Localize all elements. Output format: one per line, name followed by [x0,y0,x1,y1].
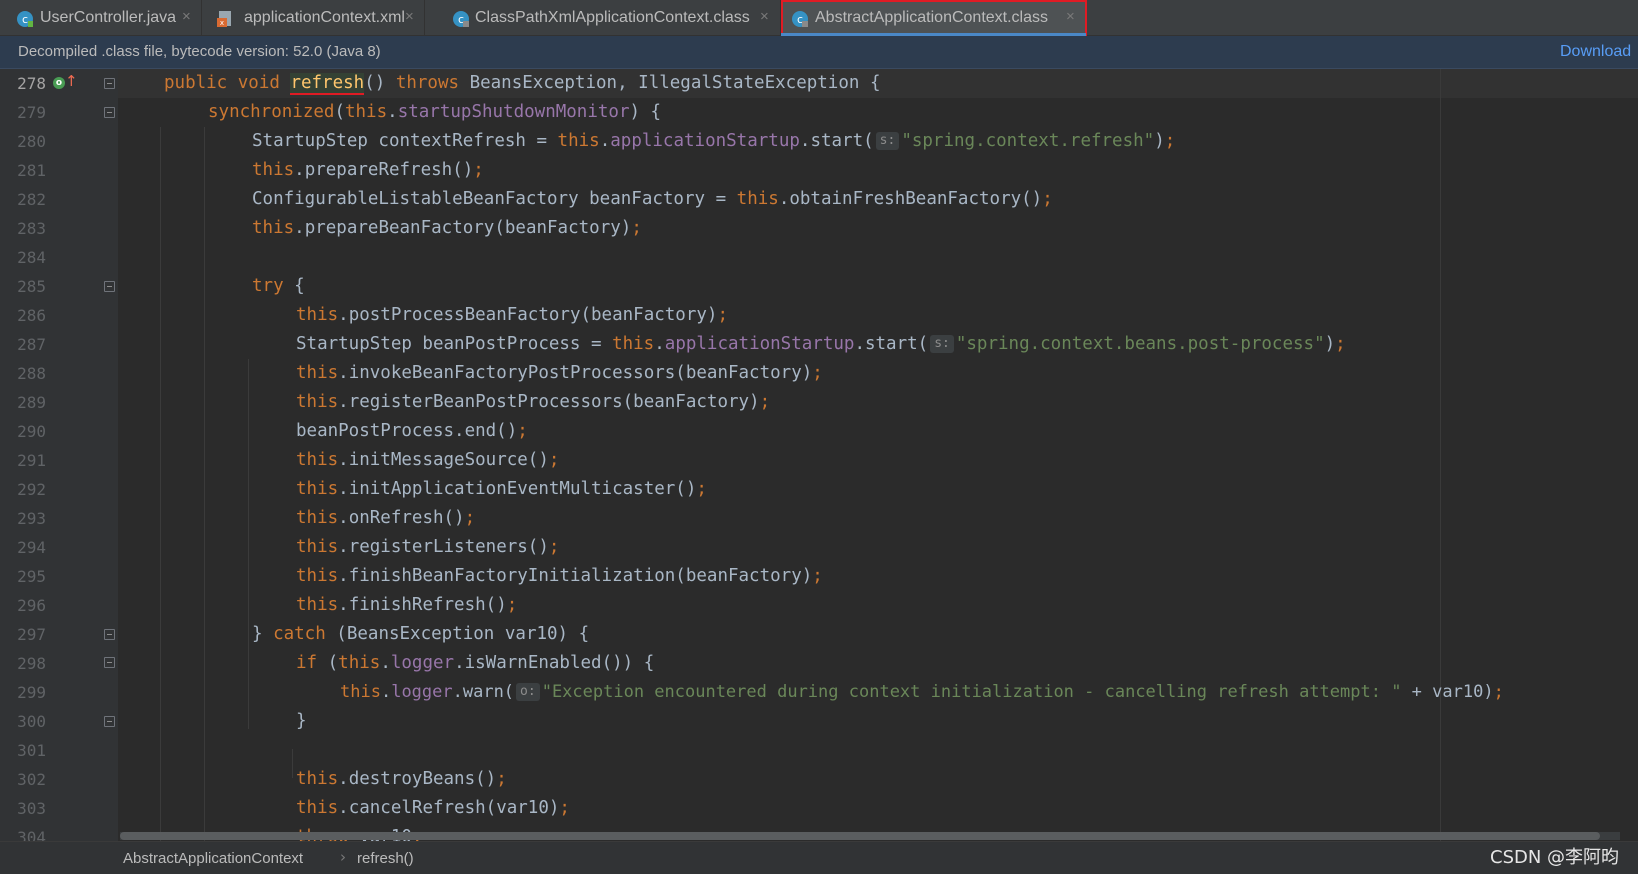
indent-guide [204,127,205,841]
fold-marker-icon[interactable] [104,78,115,89]
code-line-300[interactable]: } [296,707,307,736]
line-number: 280 [17,132,46,151]
close-icon[interactable]: × [405,8,414,25]
line-number: 287 [17,335,46,354]
breadcrumb-class[interactable]: AbstractApplicationContext [123,850,303,867]
tab-application-context-xml[interactable]: x applicationContext.xml × [202,0,425,36]
right-margin-guide [1440,69,1441,841]
banner-text: Decompiled .class file, bytecode version… [18,43,381,60]
fold-marker-icon[interactable] [104,281,115,292]
line-number: 281 [17,161,46,180]
breadcrumb: AbstractApplicationContext › refresh() [0,841,1638,874]
breadcrumb-method[interactable]: refresh() [357,850,414,867]
line-number: 294 [17,538,46,557]
tab-label: AbstractApplicationContext.class [815,9,1048,26]
code-line-282[interactable]: ConfigurableListableBeanFactory beanFact… [252,185,1053,214]
code-line-283[interactable]: this.prepareBeanFactory(beanFactory); [252,214,642,243]
code-editor[interactable]: o ↑ 278 279 280 281 282 283 284 285 286 … [0,69,1638,841]
line-number: 279 [17,103,46,122]
code-line-297[interactable]: } catch (BeansException var10) { [252,620,589,649]
line-number: 282 [17,190,46,209]
line-number: 295 [17,567,46,586]
line-number: 300 [17,712,46,731]
tab-classpath-xml-application-context[interactable]: c ClassPathXmlApplicationContext.class × [425,0,781,36]
refresh-method-name: refresh [290,73,365,95]
code-line-285[interactable]: try { [252,272,305,301]
fold-marker-icon[interactable] [104,629,115,640]
tab-label: UserController.java [40,9,177,26]
tab-user-controller[interactable]: c UserController.java × [0,0,202,36]
line-number: 291 [17,451,46,470]
indent-guide [248,359,249,729]
line-number: 304 [17,828,46,841]
code-line-280[interactable]: StartupStep contextRefresh = this.applic… [252,127,1175,156]
close-icon[interactable]: × [1066,8,1075,25]
code-line-286[interactable]: this.postProcessBeanFactory(beanFactory)… [296,301,728,330]
code-line-287[interactable]: StartupStep beanPostProcess = this.appli… [296,330,1346,359]
code-line-278[interactable]: public void refresh() throws BeansExcept… [164,69,880,98]
line-number: 286 [17,306,46,325]
decompiled-notice-banner: Decompiled .class file, bytecode version… [0,36,1638,69]
indent-guide [292,749,293,778]
horizontal-scrollbar[interactable] [120,832,1620,840]
line-number: 288 [17,364,46,383]
line-number: 296 [17,596,46,615]
parameter-hint: s: [875,132,900,150]
line-number: 285 [17,277,46,296]
code-line-292[interactable]: this.initApplicationEventMulticaster(); [296,475,707,504]
watermark: CSDN @李阿昀 [1490,847,1620,868]
parameter-hint: o: [516,683,540,701]
svg-text:x: x [220,19,224,27]
class-file-icon: c [792,11,808,27]
code-line-290[interactable]: beanPostProcess.end(); [296,417,528,446]
line-number: 292 [17,480,46,499]
code-line-299[interactable]: this.logger.warn(o: "Exception encountere… [340,678,1504,707]
code-line-288[interactable]: this.invokeBeanFactoryPostProcessors(bea… [296,359,823,388]
close-icon[interactable]: × [182,8,191,25]
code-line-303[interactable]: this.cancelRefresh(var10); [296,794,570,823]
close-icon[interactable]: × [760,8,769,25]
class-file-icon: c [453,11,469,27]
line-number: 289 [17,393,46,412]
line-number: 293 [17,509,46,528]
code-line-298[interactable]: if (this.logger.isWarnEnabled()) { [296,649,654,678]
breadcrumb-separator-icon: › [340,848,346,866]
line-number: 284 [17,248,46,267]
line-number: 301 [17,741,46,760]
tab-label: ClassPathXmlApplicationContext.class [475,9,750,26]
implements-arrow-icon[interactable]: ↑ [65,72,78,90]
scrollbar-thumb[interactable] [120,832,1600,840]
code-line-294[interactable]: this.registerListeners(); [296,533,559,562]
tab-abstract-application-context[interactable]: c AbstractApplicationContext.class × [781,0,1087,36]
overrides-method-icon[interactable]: o [53,77,65,89]
code-line-279[interactable]: synchronized(this.startupShutdownMonitor… [208,98,661,127]
line-number: 283 [17,219,46,238]
line-number: 278 [17,74,46,93]
download-sources-link[interactable]: Download [1560,43,1631,61]
line-number: 290 [17,422,46,441]
code-line-295[interactable]: this.finishBeanFactoryInitialization(bea… [296,562,823,591]
code-line-291[interactable]: this.initMessageSource(); [296,446,559,475]
xml-file-icon: x [217,11,231,27]
code-line-302[interactable]: this.destroyBeans(); [296,765,507,794]
fold-marker-icon[interactable] [104,716,115,727]
code-line-281[interactable]: this.prepareRefresh(); [252,156,484,185]
fold-marker-icon[interactable] [104,657,115,668]
code-line-296[interactable]: this.finishRefresh(); [296,591,517,620]
line-number: 302 [17,770,46,789]
indent-guide [160,127,161,841]
code-line-289[interactable]: this.registerBeanPostProcessors(beanFact… [296,388,770,417]
line-number: 298 [17,654,46,673]
editor-tab-bar: c UserController.java × x applicationCon… [0,0,1638,36]
fold-marker-icon[interactable] [104,107,115,118]
svg-text:c: c [22,13,28,26]
line-number: 297 [17,625,46,644]
line-number: 299 [17,683,46,702]
line-number: 303 [17,799,46,818]
parameter-hint: s: [930,335,954,353]
code-line-293[interactable]: this.onRefresh(); [296,504,475,533]
tab-label: applicationContext.xml [244,9,405,26]
java-class-icon: c [17,11,33,27]
